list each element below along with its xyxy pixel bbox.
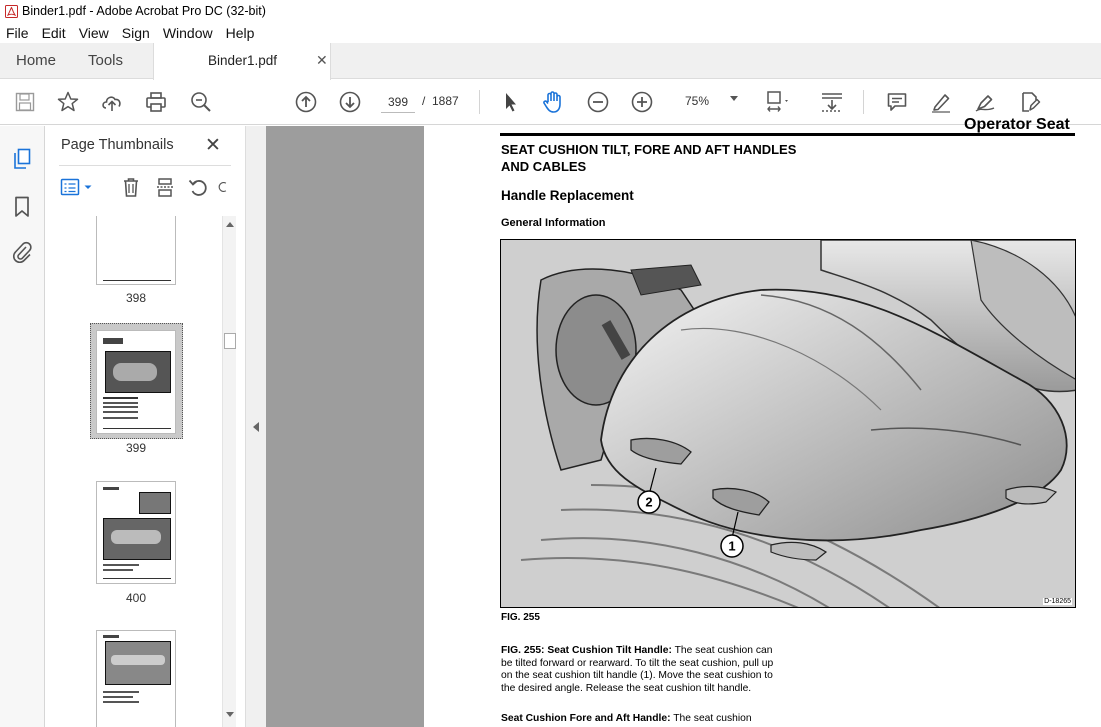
scroll-down-icon[interactable] xyxy=(226,712,234,717)
rotate-ccw-icon[interactable] xyxy=(186,175,210,199)
thumbnail-page-398[interactable] xyxy=(96,216,176,285)
tab-document-label: Binder1.pdf xyxy=(208,53,278,68)
toolbar-divider xyxy=(863,90,864,114)
page-header: Operator Seat xyxy=(964,116,1070,133)
collapse-panel-icon[interactable] xyxy=(253,422,259,432)
pointer-icon[interactable] xyxy=(497,89,523,115)
left-rail xyxy=(0,126,45,727)
title-bar: Binder1.pdf - Adobe Acrobat Pro DC (32-b… xyxy=(0,0,1101,22)
rotate-cw-icon[interactable] xyxy=(217,175,231,199)
chevron-down-icon[interactable] xyxy=(81,175,95,199)
tab-home[interactable]: Home xyxy=(16,43,56,79)
thumbnail-scrollbar[interactable] xyxy=(222,216,236,727)
pdf-page: Operator Seat SEAT CUSHION TILT, FORE AN… xyxy=(424,116,1101,727)
page-thumbnails-icon[interactable] xyxy=(9,146,35,172)
menu-view[interactable]: View xyxy=(79,25,109,41)
figure-id: D-18265 xyxy=(1043,598,1072,605)
paragraph-tilt-handle: FIG. 255: Seat Cushion Tilt Handle: The … xyxy=(501,645,783,695)
section-subheading: General Information xyxy=(501,217,606,229)
arrow-down-circle-icon[interactable] xyxy=(337,89,363,115)
arrow-up-circle-icon[interactable] xyxy=(293,89,319,115)
thumbnail-label: 399 xyxy=(125,441,147,455)
bookmark-icon[interactable] xyxy=(9,194,35,220)
delete-icon[interactable] xyxy=(119,175,143,199)
callout-1: 1 xyxy=(728,539,735,554)
fit-page-icon[interactable] xyxy=(764,89,790,115)
panel-splitter[interactable] xyxy=(245,126,266,727)
acrobat-icon xyxy=(4,4,18,18)
draw-icon[interactable] xyxy=(972,89,998,115)
search-zoom-icon[interactable] xyxy=(188,89,214,115)
chevron-down-icon[interactable] xyxy=(730,96,738,101)
scroll-up-icon[interactable] xyxy=(226,222,234,227)
paragraph-lead: Seat Cushion Fore and Aft Handle: xyxy=(501,713,671,724)
page-separator: / xyxy=(422,94,426,108)
menu-sign[interactable]: Sign xyxy=(122,25,150,41)
thumbnail-page-401[interactable] xyxy=(96,630,176,727)
zoom-in-icon[interactable] xyxy=(629,89,655,115)
save-icon[interactable] xyxy=(12,89,38,115)
highlight-icon[interactable] xyxy=(928,89,954,115)
menu-edit[interactable]: Edit xyxy=(42,25,66,41)
window-title: Binder1.pdf - Adobe Acrobat Pro DC (32-b… xyxy=(22,4,266,18)
menu-window[interactable]: Window xyxy=(163,25,213,41)
menu-help[interactable]: Help xyxy=(226,25,255,41)
menu-bar: File Edit View Sign Window Help xyxy=(0,22,1101,43)
paragraph-lead: FIG. 255: Seat Cushion Tilt Handle: xyxy=(501,645,672,656)
zoom-out-icon[interactable] xyxy=(585,89,611,115)
thumbnail-toolbar xyxy=(45,172,245,202)
page-total: 1887 xyxy=(432,94,459,108)
paragraph-body: The seat cushion xyxy=(670,713,752,724)
comment-icon[interactable] xyxy=(884,89,910,115)
toolbar: / 1887 75% xyxy=(0,80,1101,125)
section-title: SEAT CUSHION TILT, FORE AND AFT HANDLES … xyxy=(501,142,797,174)
scrollbar-thumb[interactable] xyxy=(224,333,236,349)
close-icon[interactable]: ✕ xyxy=(205,134,221,157)
stamp-icon[interactable] xyxy=(1016,89,1042,115)
document-view[interactable]: Operator Seat SEAT CUSHION TILT, FORE AN… xyxy=(266,116,1101,727)
thumbnail-label: 398 xyxy=(125,291,147,305)
print-icon[interactable] xyxy=(143,89,169,115)
tab-document[interactable]: Binder1.pdf ✕ xyxy=(153,43,331,80)
section-heading: Handle Replacement xyxy=(501,188,634,203)
figure-seat-illustration: 2 1 D-18265 xyxy=(500,239,1076,608)
page-number-input[interactable] xyxy=(381,91,415,113)
callout-2: 2 xyxy=(645,495,652,510)
options-menu-icon[interactable] xyxy=(59,175,83,199)
toolbar-divider xyxy=(479,90,480,114)
panel-divider xyxy=(59,165,231,166)
close-tab-icon[interactable]: ✕ xyxy=(316,52,328,69)
thumbnail-page-400[interactable] xyxy=(96,481,176,584)
attachment-icon[interactable] xyxy=(9,239,35,265)
menu-file[interactable]: File xyxy=(6,25,29,41)
tab-bar: Home Tools Binder1.pdf ✕ xyxy=(0,43,1101,80)
extract-pages-icon[interactable] xyxy=(153,175,177,199)
hand-icon[interactable] xyxy=(540,89,566,115)
thumbnail-page-399[interactable] xyxy=(96,330,176,434)
panel-title: Page Thumbnails xyxy=(61,137,174,153)
upload-icon[interactable] xyxy=(99,89,125,115)
zoom-level[interactable]: 75% xyxy=(685,94,709,108)
figure-label: FIG. 255 xyxy=(501,612,540,623)
tab-tools[interactable]: Tools xyxy=(88,43,123,79)
paragraph-fore-aft-handle: Seat Cushion Fore and Aft Handle: The se… xyxy=(501,713,791,724)
star-icon[interactable] xyxy=(55,89,81,115)
thumbnail-label: 400 xyxy=(125,591,147,605)
scroll-mode-icon[interactable] xyxy=(819,89,845,115)
